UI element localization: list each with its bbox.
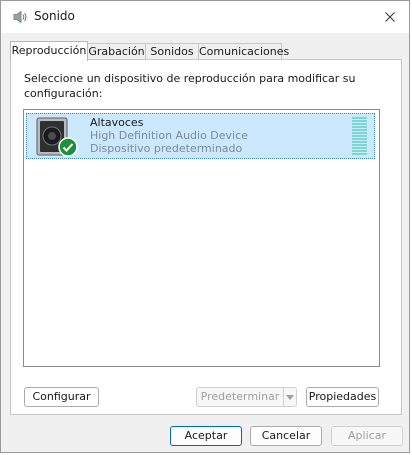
default-device-check-icon xyxy=(58,137,78,157)
sound-dialog: Sonido Reproducción Grabación Sonidos Co… xyxy=(0,0,410,453)
close-icon xyxy=(385,12,395,22)
cancel-button[interactable]: Cancelar xyxy=(250,426,322,446)
apply-button[interactable]: Aplicar xyxy=(331,426,403,446)
playback-panel: Seleccione un dispositivo de reproducció… xyxy=(10,59,402,415)
tab-comunicaciones[interactable]: Comunicaciones xyxy=(198,43,289,59)
set-default-button[interactable]: Predeterminar xyxy=(196,387,284,407)
ok-button[interactable]: Aceptar xyxy=(170,426,242,446)
title-bar: Sonido xyxy=(1,1,409,33)
set-default-dropdown[interactable] xyxy=(283,387,297,407)
instructions-text: Seleccione un dispositivo de reproducció… xyxy=(24,72,356,100)
tab-reproduccion[interactable]: Reproducción xyxy=(10,41,88,61)
device-status: Dispositivo predeterminado xyxy=(90,142,243,155)
chevron-down-icon xyxy=(286,394,294,400)
configure-button[interactable]: Configurar xyxy=(24,387,99,407)
speaker-icon xyxy=(36,117,78,157)
volume-level-meter xyxy=(352,117,367,156)
device-name: Altavoces xyxy=(90,116,144,129)
sound-app-icon xyxy=(13,10,27,24)
device-description: High Definition Audio Device xyxy=(90,129,248,142)
properties-button[interactable]: Propiedades xyxy=(306,387,379,407)
device-list[interactable]: Altavoces High Definition Audio Device D… xyxy=(23,109,380,367)
close-button[interactable] xyxy=(377,5,403,29)
tab-grabacion[interactable]: Grabación xyxy=(87,43,146,59)
tab-sonidos[interactable]: Sonidos xyxy=(145,43,199,59)
device-item-altavoces[interactable]: Altavoces High Definition Audio Device D… xyxy=(26,113,375,159)
window-title: Sonido xyxy=(34,9,75,23)
